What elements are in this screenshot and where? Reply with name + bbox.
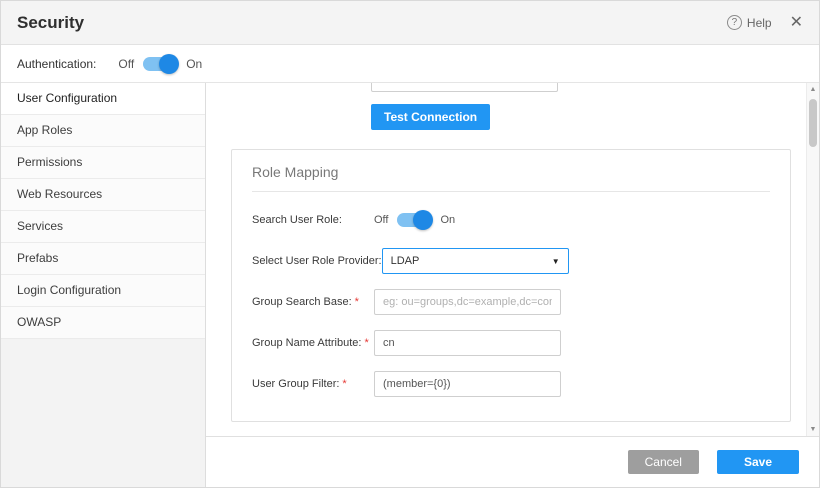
group-search-base-input[interactable]: [374, 289, 561, 315]
user-group-filter-input[interactable]: [374, 371, 561, 397]
authentication-off-label[interactable]: Off: [118, 57, 134, 71]
authentication-toggle[interactable]: [143, 57, 177, 71]
search-user-role-off-label[interactable]: Off: [374, 214, 388, 226]
authentication-on-label[interactable]: On: [186, 57, 202, 71]
provider-row: Select User Role Provider: LDAP ▼: [252, 248, 770, 274]
group-name-attribute-input[interactable]: [374, 330, 561, 356]
page-title: Security: [17, 13, 84, 33]
chevron-down-icon: ▼: [552, 257, 560, 266]
sidebar-item-prefabs[interactable]: Prefabs: [1, 243, 205, 275]
role-mapping-title: Role Mapping: [252, 164, 770, 192]
vertical-scrollbar[interactable]: ▲ ▼: [806, 83, 819, 436]
group-name-attribute-label: Group Name Attribute:*: [252, 337, 374, 349]
authentication-label: Authentication:: [17, 57, 96, 71]
help-label: Help: [747, 16, 772, 30]
required-asterisk: *: [364, 337, 368, 349]
label-text: User Group Filter:: [252, 378, 339, 390]
sidebar-item-app-roles[interactable]: App Roles: [1, 115, 205, 147]
scrollbar-up-arrow[interactable]: ▲: [807, 86, 819, 93]
search-user-role-toggle-group: Off On: [374, 213, 455, 227]
role-mapping-panel: Role Mapping Search User Role: Off On Se…: [231, 149, 791, 422]
sidebar-item-login-configuration[interactable]: Login Configuration: [1, 275, 205, 307]
scrollbar-thumb[interactable]: [809, 99, 817, 147]
cancel-button[interactable]: Cancel: [628, 450, 699, 474]
cutoff-input-field[interactable]: [371, 83, 558, 92]
header-actions: ? Help ✕: [727, 15, 803, 31]
sidebar-item-web-resources[interactable]: Web Resources: [1, 179, 205, 211]
user-role-provider-select[interactable]: LDAP ▼: [382, 248, 569, 274]
content-scroll-area: Test Connection Role Mapping Search User…: [206, 83, 819, 436]
sidebar-item-user-configuration[interactable]: User Configuration: [1, 83, 205, 115]
required-asterisk: *: [342, 378, 346, 390]
search-user-role-on-label[interactable]: On: [440, 214, 455, 226]
group-search-base-label: Group Search Base:*: [252, 296, 374, 308]
dialog-header: Security ? Help ✕: [1, 1, 819, 45]
user-group-filter-label: User Group Filter:*: [252, 378, 374, 390]
dialog-footer: Cancel Save: [206, 436, 819, 487]
toggle-knob: [413, 210, 433, 230]
required-asterisk: *: [355, 296, 359, 308]
user-group-filter-row: User Group Filter:*: [252, 371, 770, 397]
scrollbar-down-arrow[interactable]: ▼: [807, 426, 819, 433]
help-icon: ?: [727, 15, 742, 30]
provider-selected-value: LDAP: [391, 255, 420, 267]
search-user-role-toggle[interactable]: [397, 213, 431, 227]
search-user-role-label: Search User Role:: [252, 214, 374, 226]
group-name-attribute-row: Group Name Attribute:*: [252, 330, 770, 356]
provider-label: Select User Role Provider:: [252, 255, 382, 267]
test-connection-button[interactable]: Test Connection: [371, 104, 490, 130]
sidebar-item-owasp[interactable]: OWASP: [1, 307, 205, 339]
help-button[interactable]: ? Help: [727, 15, 772, 30]
toggle-knob: [159, 54, 179, 74]
close-icon[interactable]: ✕: [790, 15, 803, 31]
label-text: Group Name Attribute:: [252, 337, 361, 349]
dialog-body: User Configuration App Roles Permissions…: [1, 83, 819, 487]
sidebar-item-permissions[interactable]: Permissions: [1, 147, 205, 179]
sidebar-item-services[interactable]: Services: [1, 211, 205, 243]
save-button[interactable]: Save: [717, 450, 799, 474]
label-text: Group Search Base:: [252, 296, 352, 308]
search-user-role-row: Search User Role: Off On: [252, 207, 770, 233]
sidebar: User Configuration App Roles Permissions…: [1, 83, 206, 487]
security-dialog: Security ? Help ✕ Authentication: Off On…: [0, 0, 820, 488]
authentication-bar: Authentication: Off On: [1, 45, 819, 83]
main-content: Test Connection Role Mapping Search User…: [206, 83, 819, 487]
group-search-base-row: Group Search Base:*: [252, 289, 770, 315]
